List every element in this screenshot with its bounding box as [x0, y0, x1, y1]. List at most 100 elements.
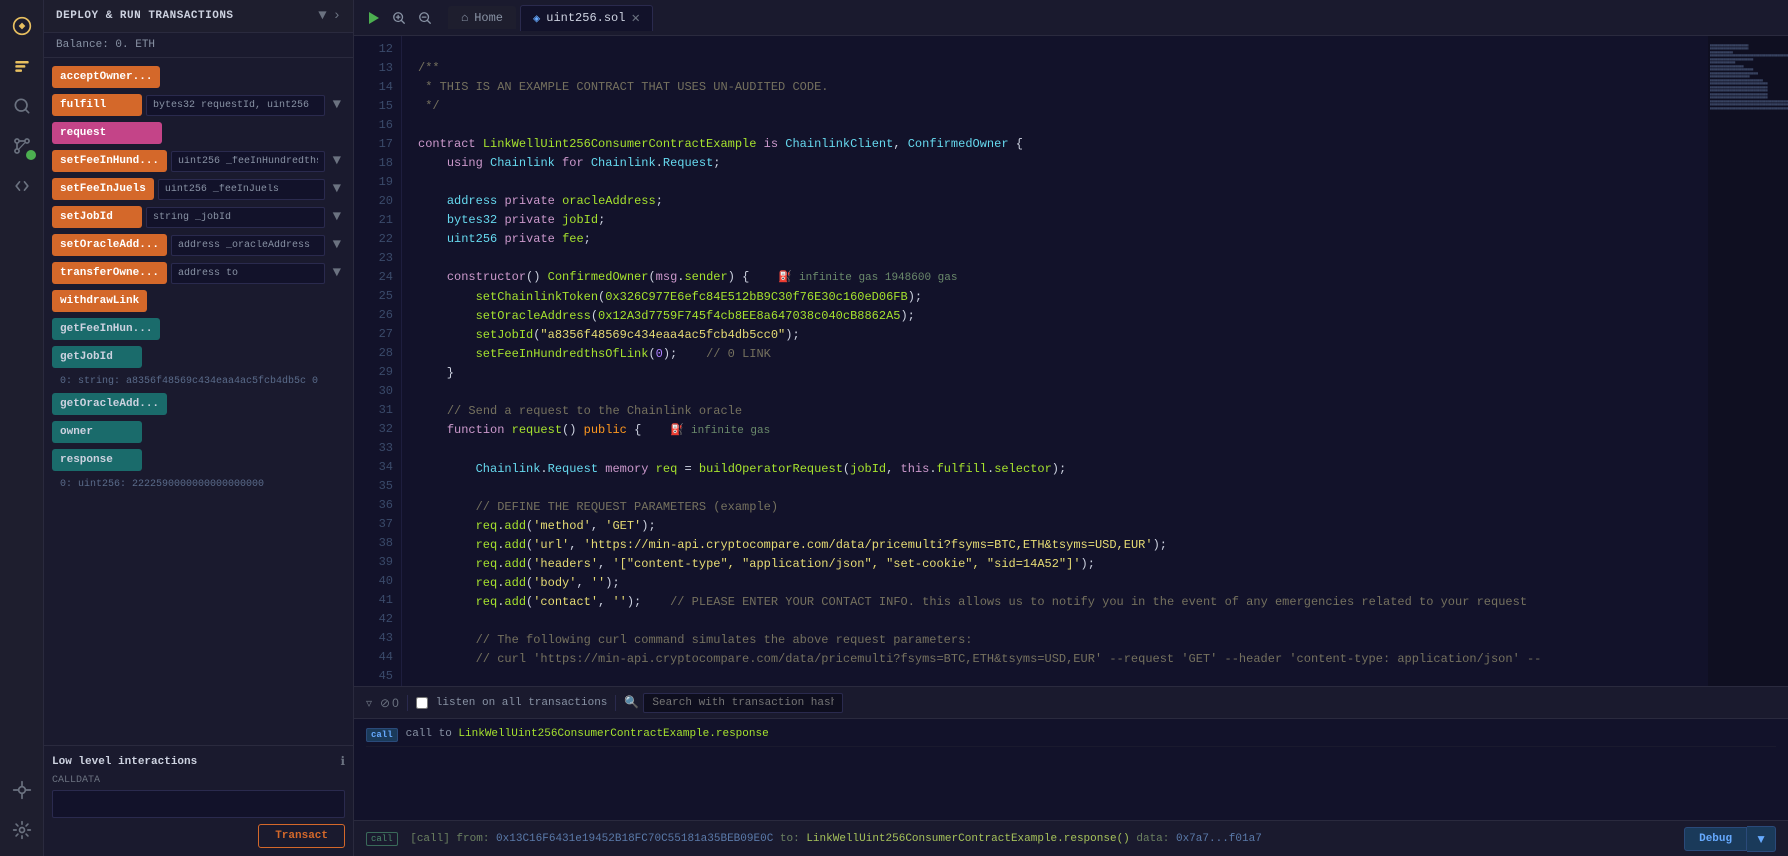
- function-list: acceptOwner... fulfill ▼ request setFeeI…: [44, 58, 353, 745]
- transferowne-param-input[interactable]: [171, 263, 325, 284]
- transferowne-button[interactable]: transferOwne...: [52, 262, 167, 284]
- fulfill-expand-icon[interactable]: ▼: [329, 95, 345, 115]
- sidebar-header: DEPLOY & RUN TRANSACTIONS ▼ ›: [44, 0, 353, 33]
- calldata-input[interactable]: [52, 790, 345, 818]
- terminal-expand-button[interactable]: ▿: [366, 696, 372, 710]
- transact-button[interactable]: Transact: [258, 824, 345, 848]
- activity-icon-source[interactable]: [4, 168, 40, 204]
- activity-icon-logo[interactable]: [4, 8, 40, 44]
- terminal-search-input[interactable]: [643, 693, 843, 713]
- low-level-header: Low level interactions ℹ: [52, 754, 345, 769]
- zoom-out-button[interactable]: [414, 7, 436, 29]
- debug-btn-area: Debug ▼: [1684, 826, 1776, 852]
- tab-uint256-label: uint256.sol: [546, 11, 625, 25]
- list-item: transferOwne... ▼: [52, 262, 345, 284]
- transferowne-expand-icon[interactable]: ▼: [329, 263, 345, 283]
- list-item: getJobId: [52, 346, 345, 368]
- terminal-log-row: call call to LinkWellUint256ConsumerCont…: [366, 723, 1776, 747]
- withdrawlink-button[interactable]: withdrawLink: [52, 290, 147, 312]
- toolbar-separator-2: [615, 695, 616, 711]
- tab-close-icon[interactable]: ✕: [631, 10, 639, 27]
- request-button[interactable]: request: [52, 122, 162, 144]
- run-controls: [362, 7, 436, 29]
- balance-display: Balance: 0. ETH: [44, 33, 353, 58]
- activity-icon-search[interactable]: [4, 88, 40, 124]
- toolbar-separator: [407, 695, 408, 711]
- run-button[interactable]: [362, 7, 384, 29]
- fulfill-button[interactable]: fulfill: [52, 94, 142, 116]
- list-item: withdrawLink: [52, 290, 345, 312]
- getfeeinhun-button[interactable]: getFeeInHun...: [52, 318, 160, 340]
- sidebar-panel: DEPLOY & RUN TRANSACTIONS ▼ › Balance: 0…: [44, 0, 354, 856]
- home-icon: ⌂: [461, 11, 468, 25]
- sidebar-title: DEPLOY & RUN TRANSACTIONS: [56, 10, 310, 22]
- terminal-area: ▿ ⊘ 0 listen on all transactions 🔍 call …: [354, 686, 1788, 856]
- acceptowner-button[interactable]: acceptOwner...: [52, 66, 160, 88]
- more-icon[interactable]: ›: [333, 8, 341, 24]
- git-badge: [26, 150, 36, 160]
- setoracleadd-button[interactable]: setOracleAdd...: [52, 234, 167, 256]
- low-level-info-icon[interactable]: ℹ: [340, 754, 345, 769]
- list-item: setFeeInJuels ▼: [52, 178, 345, 200]
- getoracleadd-button[interactable]: getOracleAdd...: [52, 393, 167, 415]
- tab-home[interactable]: ⌂ Home: [448, 6, 516, 29]
- file-icon: ◈: [533, 11, 540, 26]
- fulfill-param-input[interactable]: [146, 95, 325, 116]
- line-numbers: 12131415 16171819 20212223 24252627 2829…: [354, 36, 402, 686]
- activity-bar: [0, 0, 44, 856]
- debug-dropdown-button[interactable]: ▼: [1747, 826, 1776, 852]
- list-item: fulfill ▼: [52, 94, 345, 116]
- code-content[interactable]: /** * THIS IS AN EXAMPLE CONTRACT THAT U…: [402, 36, 1708, 686]
- listen-label: listen on all transactions: [436, 697, 608, 709]
- code-editor: 12131415 16171819 20212223 24252627 2829…: [354, 36, 1788, 686]
- tab-bar: ⌂ Home ◈ uint256.sol ✕: [354, 0, 1788, 36]
- list-item: getFeeInHun...: [52, 318, 345, 340]
- setfeeinhund-param-input[interactable]: [171, 151, 325, 172]
- terminal-toolbar: ▿ ⊘ 0 listen on all transactions 🔍: [354, 687, 1788, 719]
- terminal-search: 🔍: [624, 693, 843, 713]
- list-item: response: [52, 449, 345, 471]
- expand-icon[interactable]: ▼: [318, 8, 326, 24]
- activity-icon-git[interactable]: [4, 128, 40, 164]
- footer-log-tag: call: [366, 832, 398, 846]
- setfeeinhund-button[interactable]: setFeeInHund...: [52, 150, 167, 172]
- low-level-section: Low level interactions ℹ CALLDATA Transa…: [44, 745, 353, 856]
- terminal-clear-button[interactable]: ⊘ 0: [380, 696, 399, 710]
- setfeeinhund-expand-icon[interactable]: ▼: [329, 151, 345, 171]
- setjobid-expand-icon[interactable]: ▼: [329, 207, 345, 227]
- debug-button[interactable]: Debug: [1684, 827, 1747, 851]
- response-output: 0: uint256: 2222590000000000000000: [52, 477, 345, 492]
- activity-icon-deploy[interactable]: [4, 48, 40, 84]
- footer-log-content: [call] from: 0x13C16F6431e19452B18FC70C5…: [410, 833, 1262, 845]
- listen-checkbox[interactable]: [416, 697, 428, 709]
- activity-icon-settings[interactable]: [4, 812, 40, 848]
- minimap: ████████████████████████████████ ███████…: [1708, 36, 1788, 686]
- setfeeinjuels-expand-icon[interactable]: ▼: [329, 179, 345, 199]
- terminal-search-icon: 🔍: [624, 695, 639, 710]
- calldata-label: CALLDATA: [52, 775, 345, 786]
- list-item: request: [52, 122, 345, 144]
- activity-icon-plugin[interactable]: [4, 772, 40, 808]
- setoracleadd-param-input[interactable]: [171, 235, 325, 256]
- sidebar-header-icons: ▼ ›: [318, 8, 341, 24]
- setjobid-button[interactable]: setJobId: [52, 206, 142, 228]
- minimap-content: ████████████████████████████████ ███████…: [1708, 36, 1788, 118]
- setfeeinjuels-button[interactable]: setFeeInJuels: [52, 178, 154, 200]
- owner-button[interactable]: owner: [52, 421, 142, 443]
- zoom-in-button[interactable]: [388, 7, 410, 29]
- setjobid-param-input[interactable]: [146, 207, 325, 228]
- list-item: setFeeInHund... ▼: [52, 150, 345, 172]
- terminal-count: 0: [392, 696, 399, 710]
- response-button[interactable]: response: [52, 449, 142, 471]
- list-item: acceptOwner...: [52, 66, 345, 88]
- setfeeinjuels-param-input[interactable]: [158, 179, 325, 200]
- footer-log-text: call [call] from: 0x13C16F6431e19452B18F…: [366, 833, 1684, 845]
- getjobid-button[interactable]: getJobId: [52, 346, 142, 368]
- terminal-log-text: call to LinkWellUint256ConsumerContractE…: [406, 727, 1776, 742]
- getjobid-output: 0: string: a8356f48569c434eaa4ac5fcb4db5…: [52, 374, 345, 389]
- low-level-title: Low level interactions: [52, 756, 197, 768]
- tab-home-label: Home: [474, 11, 503, 25]
- setoracleadd-expand-icon[interactable]: ▼: [329, 235, 345, 255]
- tab-uint256[interactable]: ◈ uint256.sol ✕: [520, 5, 653, 31]
- list-item: getOracleAdd...: [52, 393, 345, 415]
